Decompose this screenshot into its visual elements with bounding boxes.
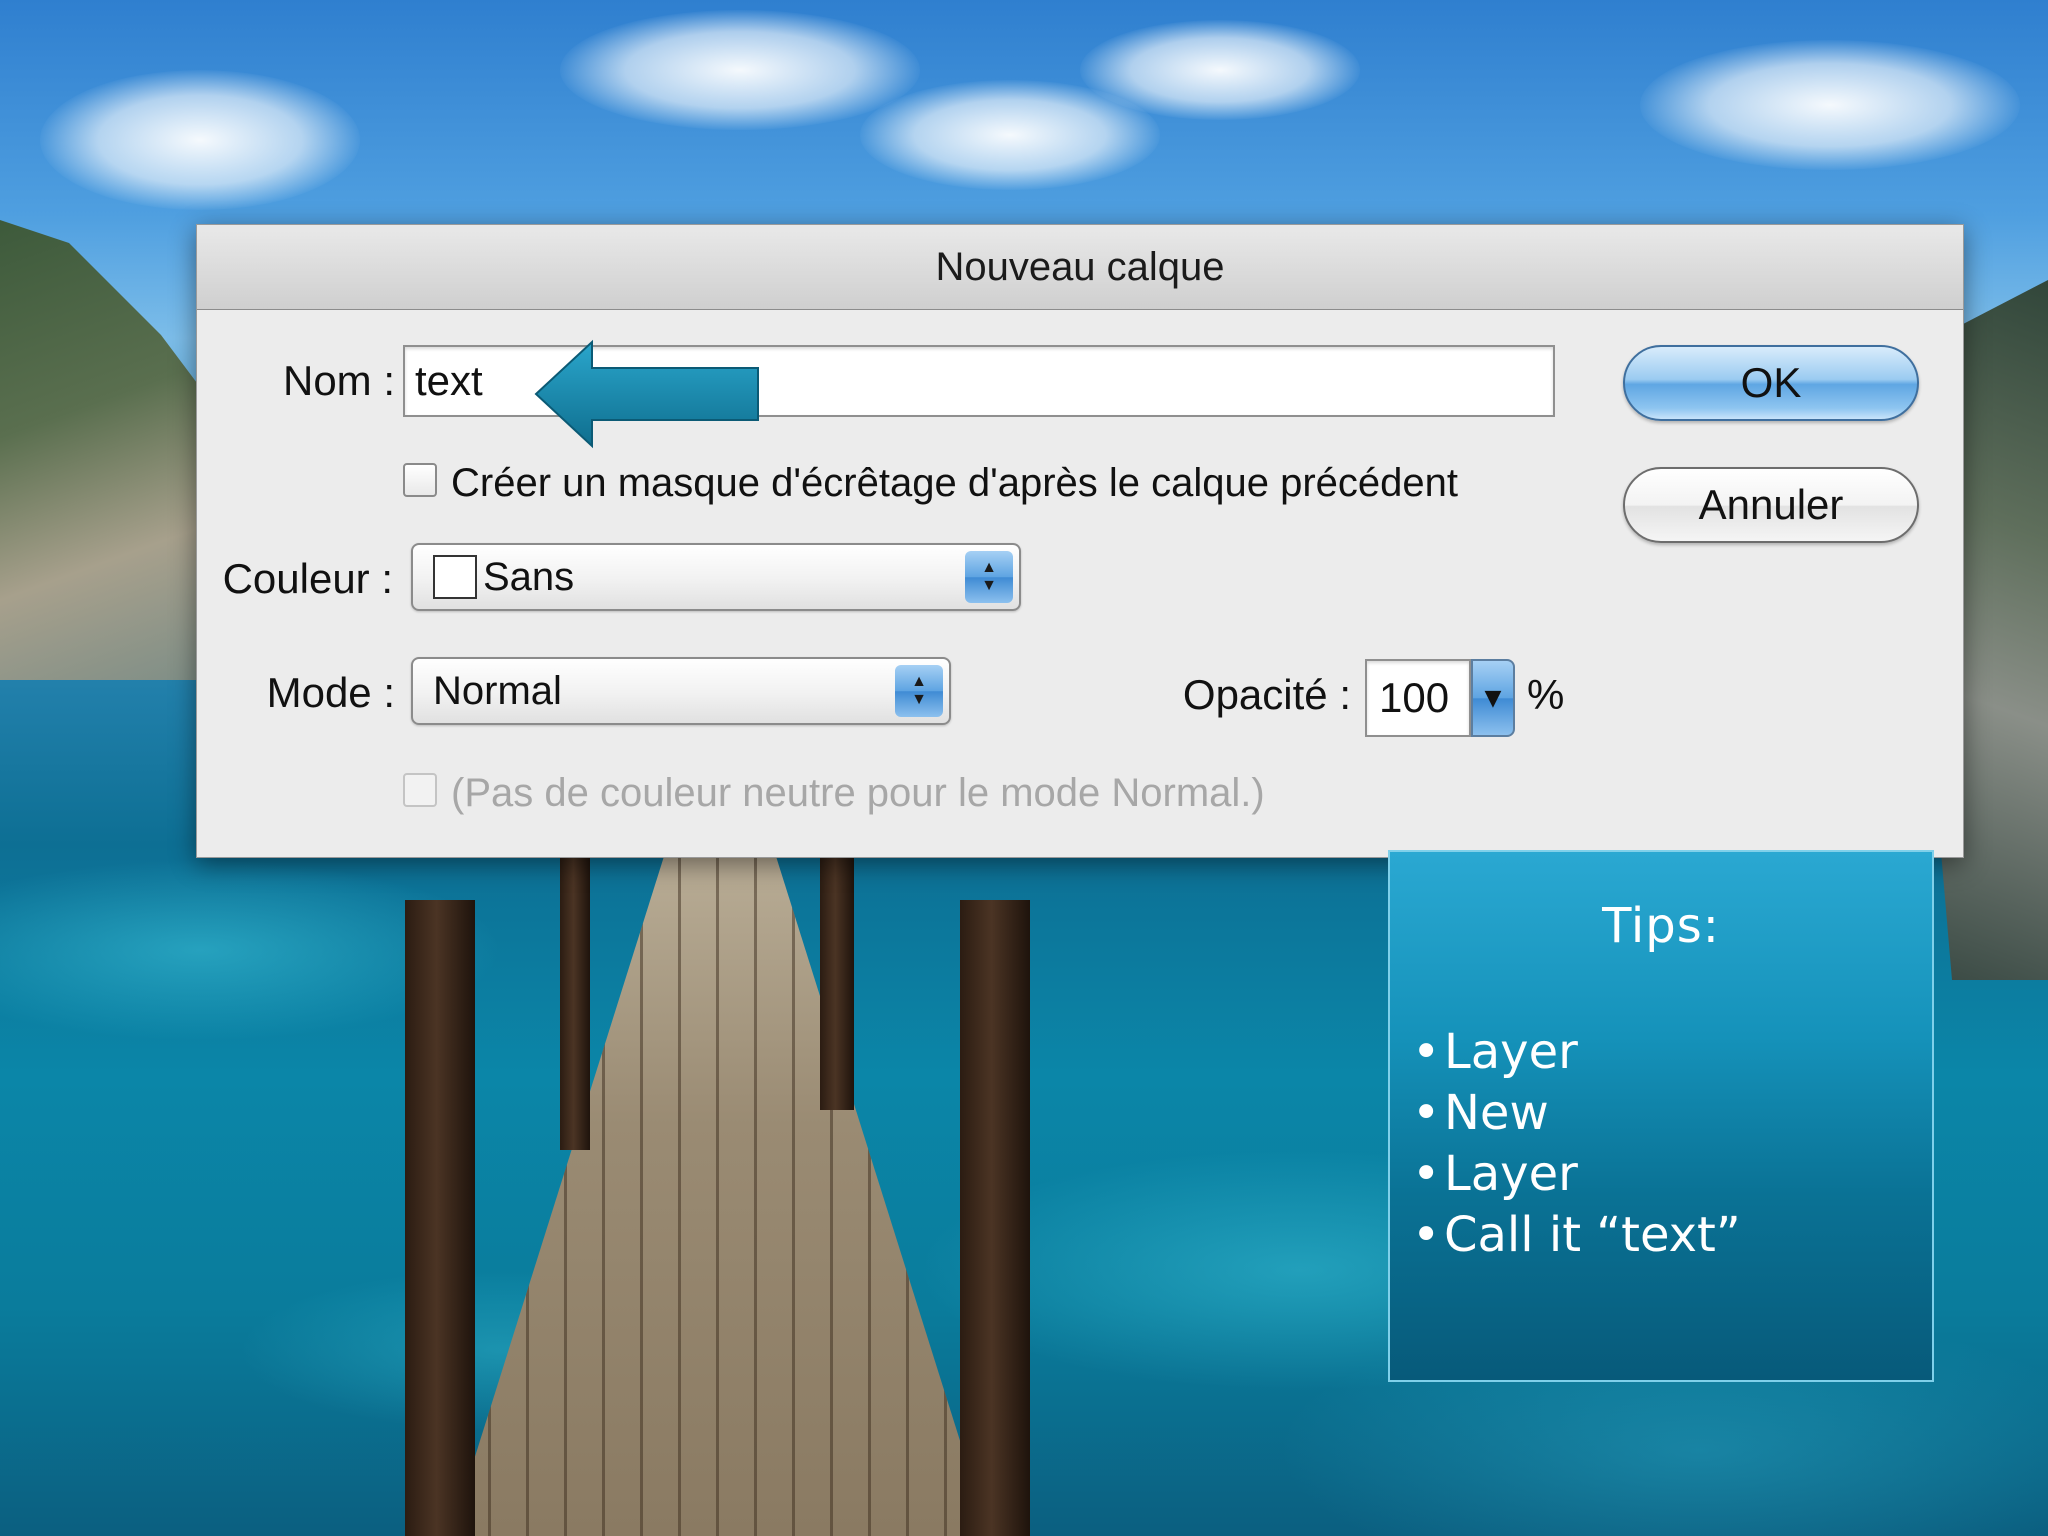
pier-post xyxy=(820,850,854,1110)
mode-select-value: Normal xyxy=(433,668,562,713)
slide: Nouveau calque Nom : text Créer un masqu… xyxy=(0,0,2048,1536)
cloud xyxy=(1080,20,1360,120)
arrow-left-icon xyxy=(534,339,759,449)
pier-post xyxy=(960,900,1030,1536)
tips-list: Layer New Layer Call it “text” xyxy=(1412,1022,1741,1266)
neutral-color-checkbox[interactable] xyxy=(403,773,437,807)
dialog-titlebar[interactable]: Nouveau calque xyxy=(197,225,1963,310)
new-layer-dialog: Nouveau calque Nom : text Créer un masqu… xyxy=(196,224,1964,858)
dialog-title: Nouveau calque xyxy=(935,244,1225,289)
tips-title: Tips: xyxy=(1602,898,1720,954)
color-label: Couleur : xyxy=(222,555,393,602)
list-item: Call it “text” xyxy=(1412,1205,1741,1266)
tips-box: Tips: Layer New Layer Call it “text” xyxy=(1388,850,1934,1382)
cancel-button[interactable]: Annuler xyxy=(1623,467,1919,543)
cloud xyxy=(1640,40,2020,170)
mode-label: Mode : xyxy=(266,669,395,716)
opacity-input[interactable]: 100 xyxy=(1365,659,1471,737)
neutral-color-label: (Pas de couleur neutre pour le mode Norm… xyxy=(451,771,1265,815)
clip-mask-checkbox[interactable] xyxy=(403,463,437,497)
list-item: Layer xyxy=(1412,1022,1741,1083)
mode-select[interactable]: Normal ▲ ▼ xyxy=(411,657,951,725)
opacity-label: Opacité : xyxy=(1182,671,1351,718)
cloud xyxy=(40,70,360,210)
opacity-unit: % xyxy=(1527,671,1565,718)
chevron-updown-icon: ▲ ▼ xyxy=(895,665,943,717)
pier-post xyxy=(560,850,590,1150)
color-select-value: Sans xyxy=(483,554,575,599)
list-item: New xyxy=(1412,1083,1741,1144)
color-select[interactable]: Sans ▲ ▼ xyxy=(411,543,1021,611)
color-swatch xyxy=(433,555,477,599)
name-label: Nom : xyxy=(282,357,395,404)
ok-button[interactable]: OK xyxy=(1623,345,1919,421)
cloud xyxy=(560,10,920,130)
clip-mask-label: Créer un masque d'écrêtage d'après le ca… xyxy=(451,461,1459,505)
pier-post xyxy=(405,900,475,1536)
chevron-updown-icon: ▲ ▼ xyxy=(965,551,1013,603)
chevron-down-icon[interactable]: ▼ xyxy=(1471,659,1515,737)
list-item: Layer xyxy=(1412,1144,1741,1205)
